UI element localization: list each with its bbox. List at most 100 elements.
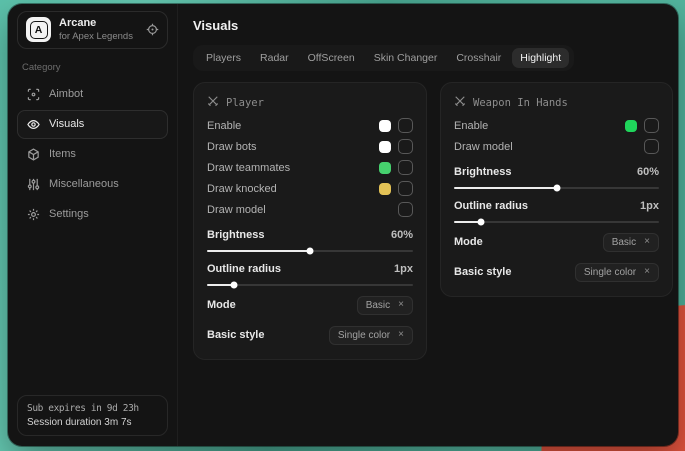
category-label: Category — [22, 62, 163, 73]
sidebar-item-items[interactable]: Items — [17, 140, 168, 169]
app-title: Arcane — [59, 17, 133, 30]
crosshair-icon — [27, 88, 40, 101]
eye-icon — [27, 118, 40, 131]
tag-label: Single color — [338, 330, 390, 341]
color-swatch[interactable] — [379, 120, 391, 132]
checkbox[interactable] — [398, 202, 413, 217]
slider-head: Brightness60% — [207, 225, 413, 245]
panel-title: Player — [226, 97, 264, 109]
tag-label: Basic — [366, 300, 390, 311]
sidebar-item-miscellaneous[interactable]: Miscellaneous — [17, 170, 168, 199]
color-swatch[interactable] — [625, 120, 637, 132]
cube-icon — [27, 148, 40, 161]
tag-label: Single color — [584, 267, 636, 278]
select-label: Mode — [207, 299, 236, 311]
toggle-label: Draw model — [454, 141, 513, 153]
app-window: A Arcane for Apex Legends Category Aimbo… — [8, 4, 678, 446]
toggle-label: Draw model — [207, 204, 266, 216]
tab-offscreen[interactable]: OffScreen — [300, 48, 363, 68]
slider-brightness: Brightness 60% — [454, 162, 659, 189]
slider-track[interactable] — [207, 284, 413, 286]
app-header-card: A Arcane for Apex Legends — [17, 11, 168, 49]
tag-label: Basic — [612, 237, 636, 248]
select-row-basic-style: Basic style Single color × — [454, 261, 659, 283]
slider-thumb[interactable] — [553, 185, 560, 192]
toggle-row-draw-model: Draw model — [207, 199, 413, 220]
slider-head: Brightness 60% — [454, 162, 659, 182]
select-label: Mode — [454, 236, 483, 248]
subscription-card: Sub expires in 9d 23h Session duration 3… — [17, 395, 168, 436]
app-logo-letter: A — [30, 21, 48, 39]
slider-track[interactable] — [207, 250, 413, 252]
slider-value: 60% — [391, 229, 413, 241]
slider-thumb[interactable] — [477, 219, 484, 226]
slider-fill — [207, 250, 310, 252]
sidebar-item-label: Aimbot — [49, 88, 83, 100]
app-meta: Arcane for Apex Legends — [59, 17, 133, 43]
tab-bar: PlayersRadarOffScreenSkin ChangerCrossha… — [193, 45, 574, 71]
toggle-row-draw-teammates: Draw teammates — [207, 157, 413, 178]
checkbox[interactable] — [398, 160, 413, 175]
tab-crosshair[interactable]: Crosshair — [448, 48, 509, 68]
toggle-row-draw-model: Draw model — [454, 136, 659, 157]
remove-tag-icon[interactable]: × — [644, 267, 650, 277]
toggle-row-enable: Enable — [454, 115, 659, 136]
target-icon[interactable] — [146, 23, 159, 36]
checkbox[interactable] — [398, 181, 413, 196]
slider-thumb[interactable] — [307, 248, 314, 255]
app-subtitle: for Apex Legends — [59, 32, 133, 43]
slider-outline-radius: Outline radius 1px — [207, 259, 413, 286]
select-label: Basic style — [207, 329, 264, 341]
color-swatch[interactable] — [379, 141, 391, 153]
slider-head: Outline radius 1px — [207, 259, 413, 279]
sidebar-item-label: Settings — [49, 208, 89, 220]
slider-label: Outline radius — [207, 263, 281, 275]
select-tag[interactable]: Basic × — [357, 296, 413, 315]
panel-weapon-in-hands: Weapon In Hands Enable Draw model Brightnes… — [440, 82, 673, 297]
slider-thumb[interactable] — [230, 282, 237, 289]
tab-radar[interactable]: Radar — [252, 48, 297, 68]
sidebar-nav: Aimbot Visuals ItemsMiscellaneous Settings — [17, 80, 168, 230]
remove-tag-icon[interactable]: × — [644, 237, 650, 247]
slider-track[interactable] — [454, 221, 659, 223]
slider-brightness: Brightness60% — [207, 225, 413, 252]
remove-tag-icon[interactable]: × — [398, 300, 404, 310]
checkbox[interactable] — [398, 118, 413, 133]
slider-value: 60% — [637, 166, 659, 178]
slider-head: Outline radius1px — [454, 196, 659, 216]
select-tag[interactable]: Single color × — [575, 263, 659, 282]
panels-container: PlayerEnableDraw botsDraw teammatesDraw … — [193, 82, 673, 360]
panel-title: Weapon In Hands — [473, 97, 568, 109]
remove-tag-icon[interactable]: × — [398, 330, 404, 340]
slider-label: Outline radius — [454, 200, 528, 212]
toggle-row-enable: Enable — [207, 115, 413, 136]
toggle-label: Draw knocked — [207, 183, 277, 195]
color-swatch[interactable] — [379, 162, 391, 174]
select-tag[interactable]: Single color × — [329, 326, 413, 345]
crossed-swords-icon — [207, 95, 219, 110]
main-content: Visuals PlayersRadarOffScreenSkin Change… — [178, 4, 678, 446]
checkbox[interactable] — [644, 118, 659, 133]
tab-players[interactable]: Players — [198, 48, 249, 68]
toggle-row-draw-bots: Draw bots — [207, 136, 413, 157]
gear-icon — [27, 208, 40, 221]
sidebar-item-visuals[interactable]: Visuals — [17, 110, 168, 139]
checkbox[interactable] — [644, 139, 659, 154]
sidebar-item-settings[interactable]: Settings — [17, 200, 168, 229]
checkbox[interactable] — [398, 139, 413, 154]
select-row-mode: Mode Basic × — [207, 294, 413, 316]
sidebar-item-aimbot[interactable]: Aimbot — [17, 80, 168, 109]
slider-value: 1px — [394, 263, 413, 275]
select-tag[interactable]: Basic × — [603, 233, 659, 252]
slider-label: Brightness — [454, 166, 511, 178]
page-title: Visuals — [193, 18, 673, 33]
slider-track[interactable] — [454, 187, 659, 189]
select-label: Basic style — [454, 266, 511, 278]
sub-expires-text: Sub expires in 9d 23h — [27, 403, 158, 414]
color-swatch[interactable] — [379, 183, 391, 195]
tab-highlight[interactable]: Highlight — [512, 48, 569, 68]
sidebar: A Arcane for Apex Legends Category Aimbo… — [8, 4, 178, 446]
tab-skin-changer[interactable]: Skin Changer — [366, 48, 446, 68]
session-duration-text: Session duration 3m 7s — [27, 417, 158, 428]
sidebar-item-label: Visuals — [49, 118, 84, 130]
